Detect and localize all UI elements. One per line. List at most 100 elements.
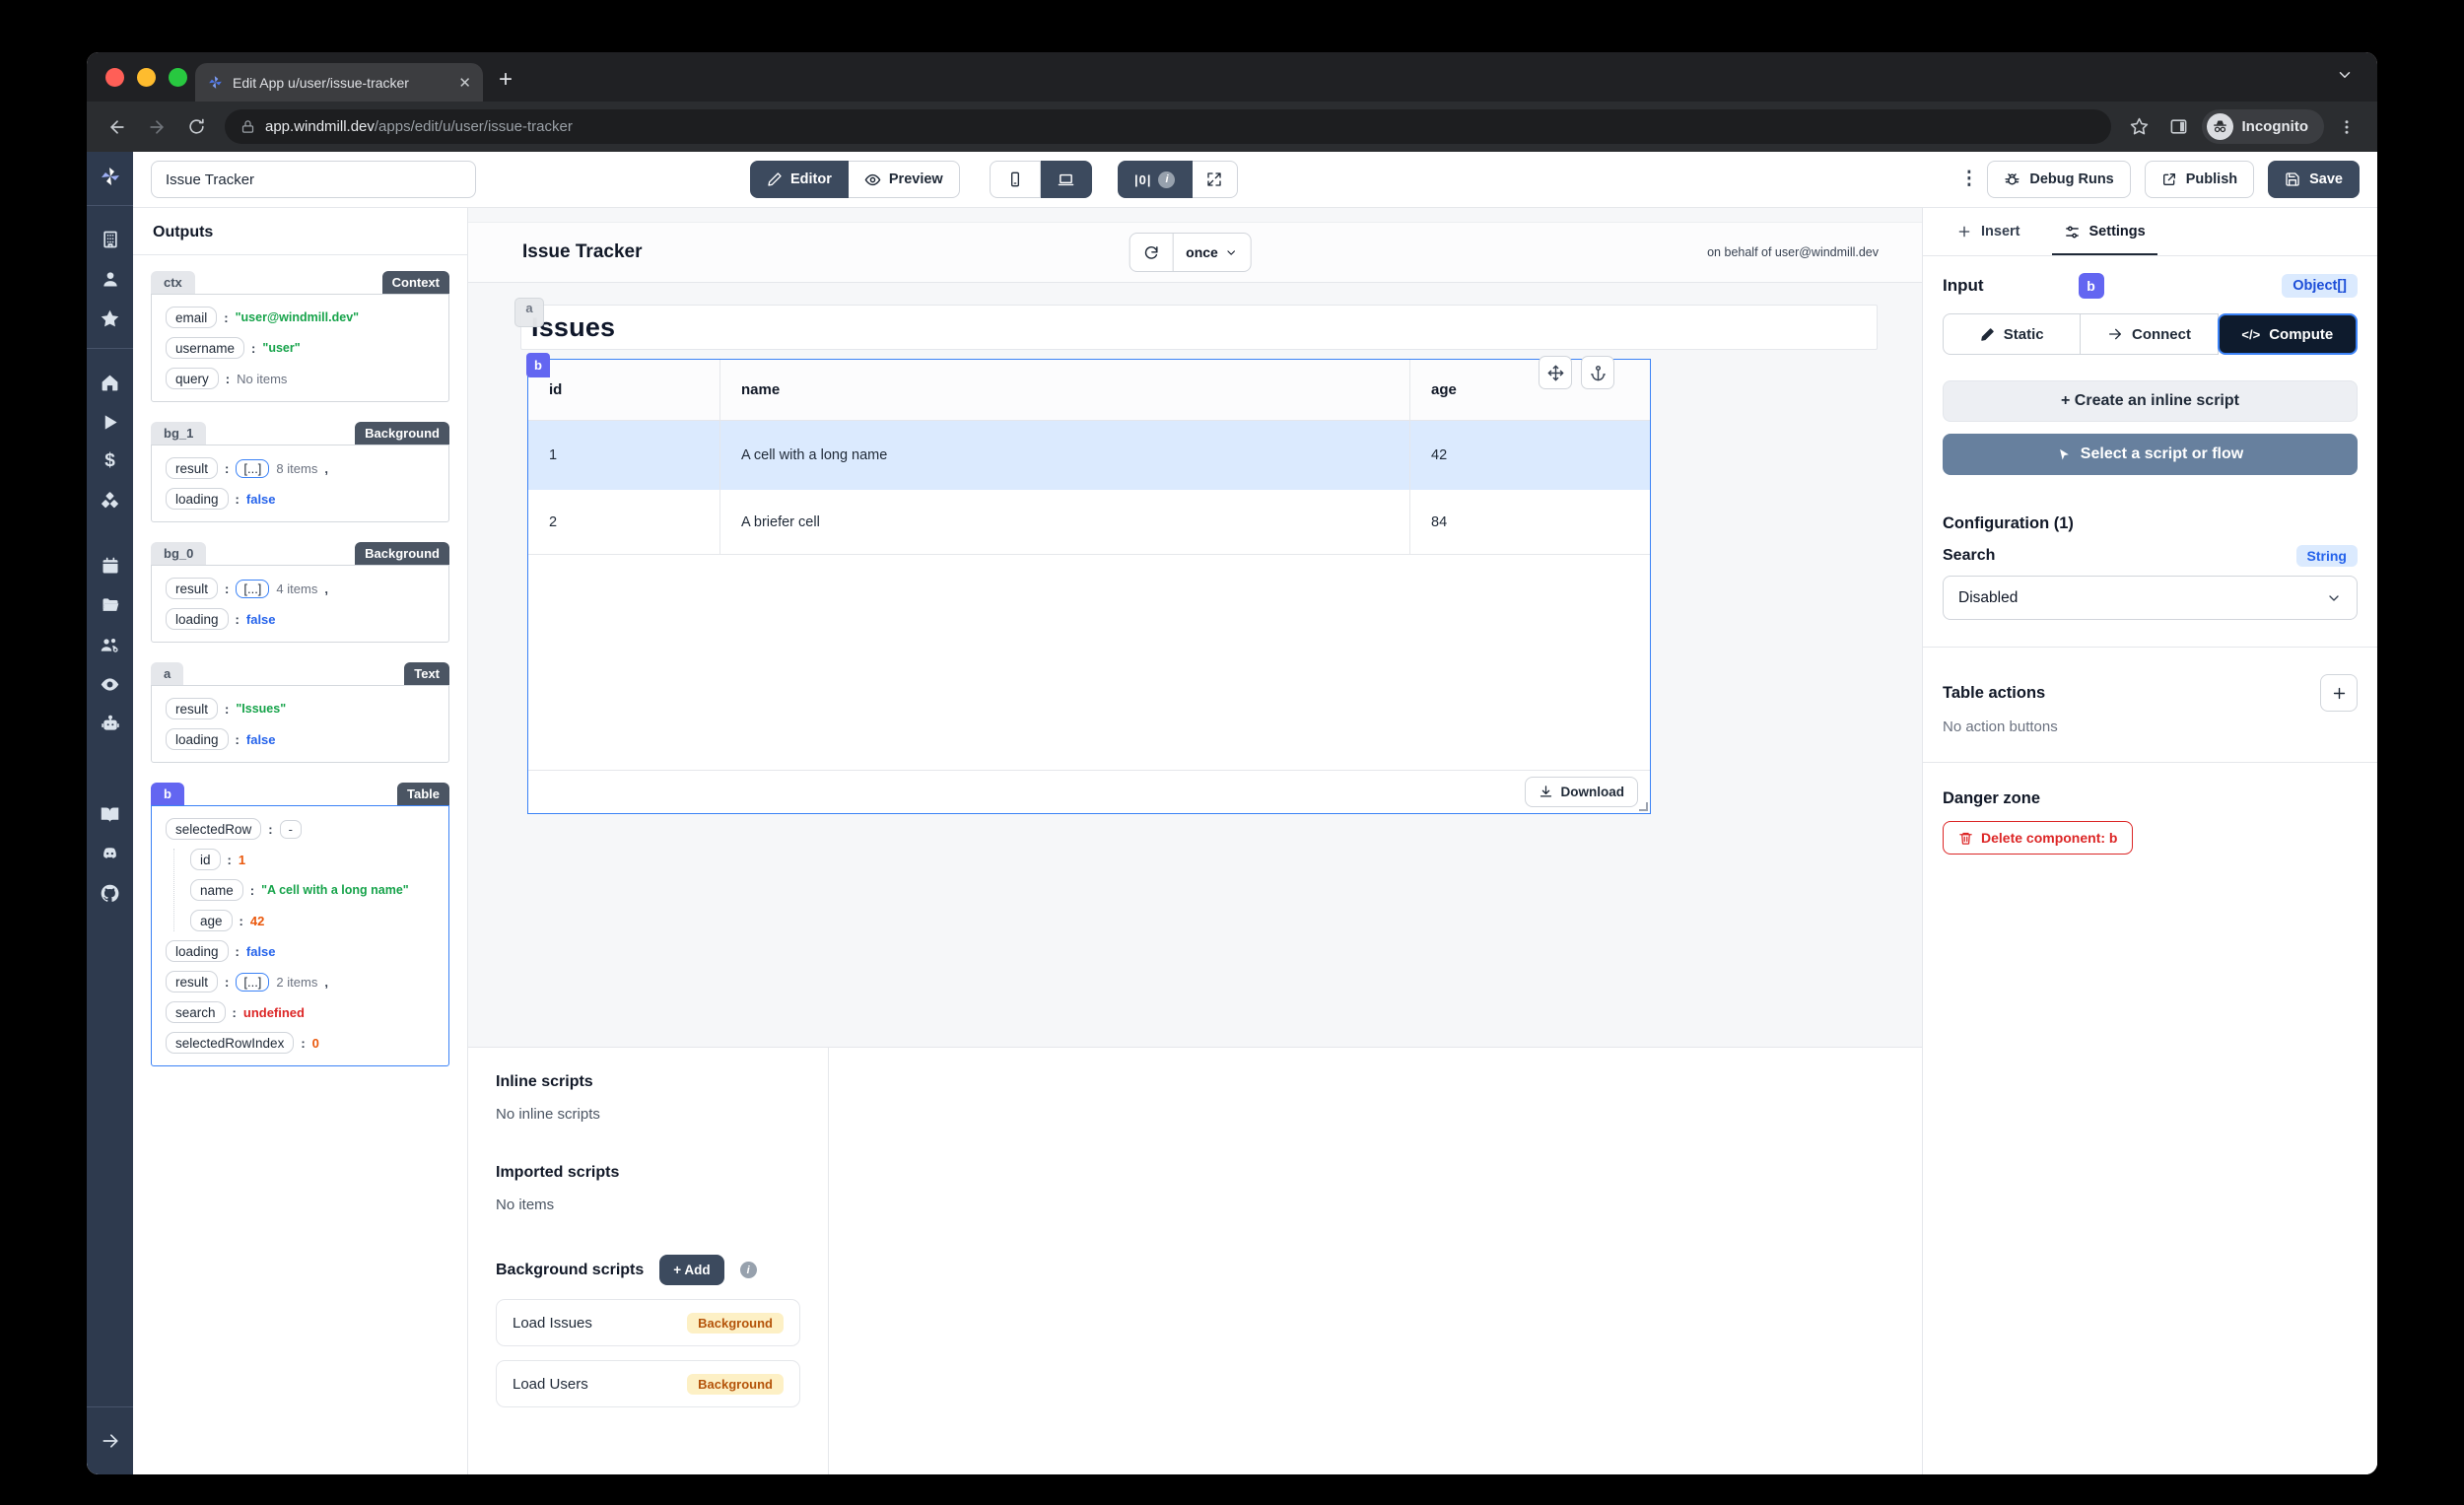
anchor-component-button[interactable] — [1581, 356, 1614, 389]
output-key[interactable]: selectedRowIndex — [166, 1032, 295, 1054]
output-key[interactable]: username — [166, 337, 245, 359]
refresh-mode-dropdown[interactable]: once — [1173, 234, 1251, 271]
minimize-window-button[interactable] — [137, 68, 156, 87]
reload-button[interactable] — [179, 110, 213, 144]
background-script-item[interactable]: Load Users Background — [496, 1360, 800, 1407]
static-mode-button[interactable]: Static — [1943, 313, 2082, 355]
sidebar-item-workspace[interactable] — [87, 220, 133, 259]
browser-tab[interactable]: Edit App u/user/issue-tracker ✕ — [195, 63, 483, 102]
save-button[interactable]: Save — [2268, 161, 2360, 198]
left-nav-rail: $ — [87, 152, 133, 1474]
app-name-input[interactable] — [151, 161, 476, 198]
output-chip[interactable]: bg_0 — [151, 542, 207, 565]
zoom-window-button[interactable] — [169, 68, 187, 87]
sidebar-item-github[interactable] — [87, 873, 133, 913]
url-bar[interactable]: app.windmill.dev/apps/edit/u/user/issue-… — [225, 109, 2111, 144]
editor-mode-button[interactable]: Editor — [750, 161, 849, 198]
output-key[interactable]: selectedRow — [166, 818, 262, 840]
array-chip[interactable]: [...] — [236, 458, 270, 478]
connect-mode-button[interactable]: Connect — [2081, 313, 2219, 355]
table-header-cell[interactable]: age — [1410, 360, 1652, 420]
search-mode-select[interactable]: Disabled — [1943, 576, 2358, 620]
tab-insert[interactable]: Insert — [1935, 208, 2042, 255]
add-background-script-button[interactable]: + Add — [659, 1255, 724, 1285]
output-value: 42 — [249, 913, 265, 928]
select-script-button[interactable]: Select a script or flow — [1943, 434, 2358, 475]
desktop-view-button[interactable] — [1040, 161, 1092, 198]
table-cell: A cell with a long name — [720, 421, 1410, 490]
sidebar-item-audit[interactable] — [87, 664, 133, 704]
add-table-action-button[interactable] — [2320, 674, 2358, 712]
output-key[interactable]: result — [166, 578, 219, 599]
output-chip[interactable]: bg_1 — [151, 422, 207, 445]
sliders-icon — [2065, 226, 2079, 238]
output-chip[interactable]: ctx — [151, 271, 195, 294]
new-tab-button[interactable]: + — [499, 66, 513, 94]
sidebar-item-assistant[interactable] — [87, 704, 133, 743]
sidebar-item-folders[interactable] — [87, 585, 133, 625]
download-button[interactable]: Download — [1524, 777, 1638, 807]
sidebar-item-schedules[interactable] — [87, 546, 133, 585]
hide-ids-button[interactable]: |0| i — [1117, 161, 1193, 198]
collapse-sidebar-button[interactable] — [87, 1421, 133, 1461]
table-row[interactable]: 2 A briefer cell 84 — [528, 490, 1650, 555]
table-header-cell[interactable]: id — [528, 360, 720, 420]
output-key[interactable]: loading — [166, 488, 229, 510]
sidebar-item-variables[interactable]: $ — [87, 442, 133, 481]
back-button[interactable] — [101, 110, 134, 144]
tab-settings[interactable]: Settings — [2042, 208, 2167, 255]
output-key[interactable]: id — [190, 849, 221, 870]
debug-runs-button[interactable]: Debug Runs — [1987, 161, 2131, 198]
table-component-b[interactable]: b id name age 1 A cell with a long name … — [526, 353, 1652, 814]
output-chip[interactable]: b — [151, 783, 184, 805]
sidebar-item-discord[interactable] — [87, 834, 133, 873]
background-script-item[interactable]: Load Issues Background — [496, 1299, 800, 1346]
array-chip[interactable]: [...] — [236, 579, 270, 598]
output-key[interactable]: result — [166, 971, 219, 992]
output-key[interactable]: loading — [166, 608, 229, 630]
more-options-button[interactable]: ⋮ — [1959, 170, 1978, 188]
output-key[interactable]: query — [166, 368, 219, 389]
sidebar-item-user[interactable] — [87, 259, 133, 299]
windmill-logo[interactable] — [99, 165, 122, 193]
app-canvas[interactable]: a Issues b id name age 1 A cell with a l… — [468, 283, 1922, 1047]
forward-button[interactable] — [140, 110, 173, 144]
mobile-view-button[interactable] — [989, 161, 1041, 198]
tab-close-icon[interactable]: ✕ — [458, 74, 471, 92]
side-panel-button[interactable] — [2162, 110, 2196, 144]
output-key[interactable]: result — [166, 698, 219, 719]
text-component-a[interactable]: a Issues — [514, 298, 1878, 350]
output-key[interactable]: loading — [166, 728, 229, 750]
output-key[interactable]: name — [190, 879, 243, 901]
output-block-ctx: ctx Context email: "user@windmill.dev" us… — [151, 271, 449, 402]
close-window-button[interactable] — [105, 68, 124, 87]
output-key[interactable]: loading — [166, 940, 229, 962]
sidebar-item-favorites[interactable] — [87, 299, 133, 338]
sidebar-item-docs[interactable] — [87, 794, 133, 834]
delete-component-button[interactable]: Delete component: b — [1943, 821, 2134, 855]
resize-handle[interactable] — [1639, 802, 1648, 811]
bookmark-button[interactable] — [2123, 110, 2156, 144]
table-row-selected[interactable]: 1 A cell with a long name 42 — [528, 421, 1650, 490]
sidebar-item-home[interactable] — [87, 363, 133, 402]
preview-mode-button[interactable]: Preview — [848, 161, 960, 198]
output-key[interactable]: email — [166, 307, 218, 328]
create-inline-script-button[interactable]: + Create an inline script — [1943, 380, 2358, 422]
compute-mode-button[interactable]: </> Compute — [2217, 313, 2358, 355]
sidebar-item-groups[interactable] — [87, 625, 133, 664]
sidebar-item-runs[interactable] — [87, 402, 133, 442]
output-key[interactable]: search — [166, 1001, 226, 1023]
table-header-cell[interactable]: name — [720, 360, 1410, 420]
browser-menu-button[interactable] — [2330, 110, 2363, 144]
refresh-button[interactable] — [1129, 234, 1174, 271]
fullscreen-button[interactable] — [1192, 161, 1238, 198]
output-key[interactable]: age — [190, 910, 233, 931]
move-component-button[interactable] — [1539, 356, 1572, 389]
array-chip[interactable]: [...] — [236, 972, 270, 992]
publish-button[interactable]: Publish — [2144, 161, 2255, 198]
collapse-chip[interactable]: - — [279, 819, 302, 839]
sidebar-item-resources[interactable] — [87, 481, 133, 520]
tab-search-chevron-icon[interactable] — [2336, 66, 2354, 84]
output-key[interactable]: result — [166, 457, 219, 479]
output-chip[interactable]: a — [151, 662, 184, 685]
